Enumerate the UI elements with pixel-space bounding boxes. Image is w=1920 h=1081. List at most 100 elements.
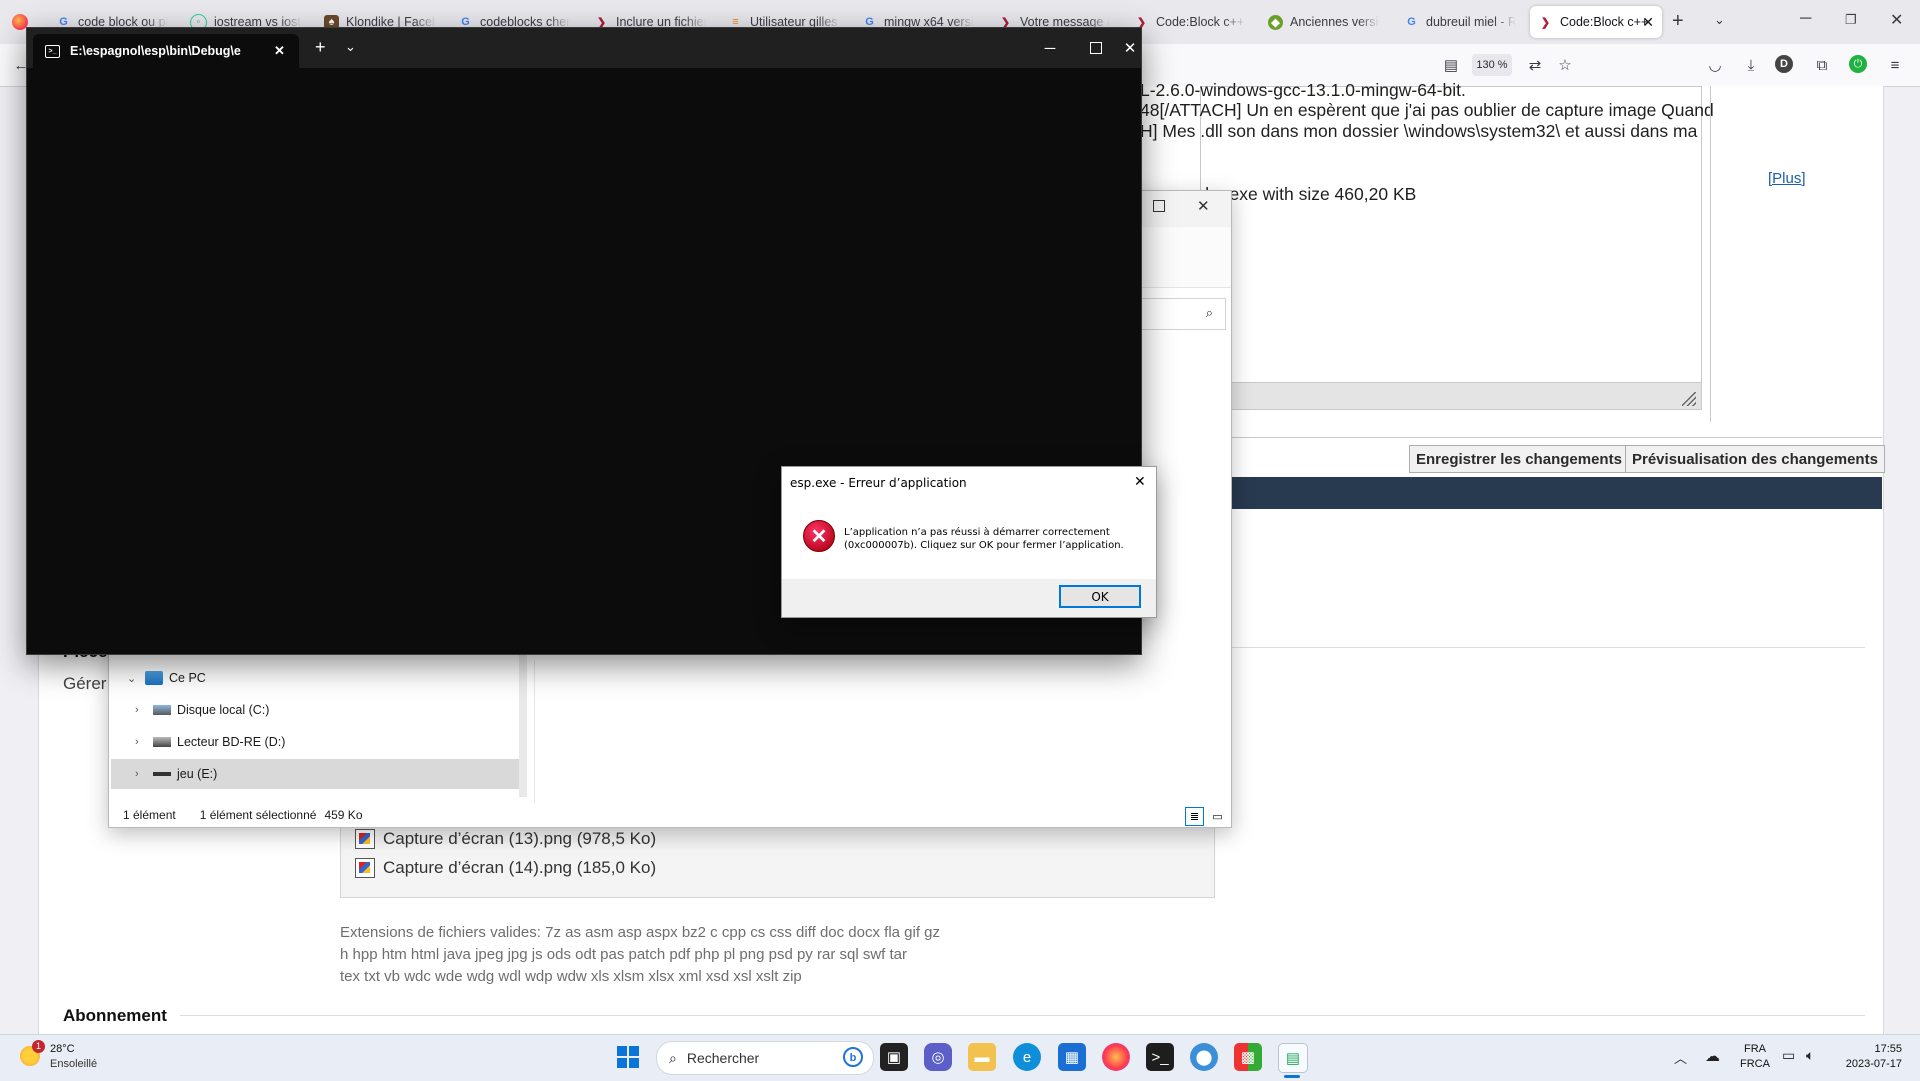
minimize-icon[interactable]: ─ [1800, 10, 1811, 28]
reader-view-icon[interactable]: ▤ [1440, 54, 1462, 76]
show-hidden-icons-icon[interactable]: ︿ [1674, 1048, 1687, 1067]
minimize-icon[interactable]: ─ [1027, 32, 1073, 64]
forum-icon: ❯ [1540, 16, 1551, 29]
terminal-icon[interactable]: >_ [1146, 1043, 1174, 1071]
restore-icon[interactable]: ❐ [1845, 12, 1857, 28]
attachment-item[interactable]: Capture d’écran (13).png (978,5 Ko) [355, 829, 656, 849]
maximize-icon[interactable] [1153, 200, 1165, 212]
navigation-pane-scrollbar[interactable] [519, 645, 527, 797]
editor-line: H] Mes .dll son dans mon dossier \window… [1140, 121, 1698, 141]
zoom-level-badge[interactable]: 130 % [1472, 54, 1512, 76]
close-window-icon[interactable]: ✕ [1890, 10, 1903, 30]
clock[interactable]: 17:55 2023-07-17 [1836, 1042, 1902, 1072]
search-icon: ⌕ [1205, 305, 1213, 320]
teams-chat-icon[interactable]: ◎ [924, 1043, 952, 1071]
valid-extensions-text: Extensions de fichiers valides: 7z as as… [340, 924, 941, 941]
error-icon: ✕ [803, 520, 835, 552]
onedrive-icon[interactable]: ☁ [1705, 1047, 1720, 1065]
attachment-item[interactable]: Capture d’écran (14).png (185,0 Ko) [355, 858, 656, 878]
close-icon[interactable]: ✕ [1197, 197, 1210, 215]
browser-tab[interactable]: ◆ Anciennes versio [1268, 6, 1380, 38]
terminal-tab[interactable]: >_ E:\espagnol\esp\bin\Debug\e ✕ [33, 34, 299, 68]
close-tab-icon[interactable]: ✕ [274, 43, 285, 59]
image-file-icon [355, 858, 375, 878]
firefox-icon[interactable] [1102, 1043, 1130, 1071]
explorer-status-bar: 1 élément 1 élément sélectionné 459 Ko [123, 808, 363, 822]
editor-line: 48[/ATTACH] Un en espèrent que j'ai pas … [1140, 100, 1714, 120]
search-icon: ⌕ [669, 1049, 677, 1066]
menu-hamburger-icon[interactable]: ≡ [1884, 54, 1906, 76]
task-view-icon[interactable]: ▣ [880, 1043, 908, 1071]
terminal-titlebar: >_ E:\espagnol\esp\bin\Debug\e ✕ + ⌄ ─ ✕ [27, 28, 1141, 68]
ok-button[interactable]: OK [1059, 585, 1141, 608]
close-tab-icon[interactable]: ✕ [1642, 14, 1654, 31]
more-smileys-link[interactable]: [Plus] [1768, 170, 1806, 187]
chevron-right-icon: › [135, 736, 139, 748]
start-menu-icon[interactable] [614, 1043, 642, 1071]
new-tab-icon[interactable]: + [1672, 10, 1684, 33]
maximize-icon[interactable] [1073, 32, 1119, 64]
weather-widget[interactable]: 1 28°C Ensoleillé [18, 1040, 118, 1076]
details-view-icon[interactable]: ≣ [1185, 807, 1204, 826]
nav-item-this-pc[interactable]: ⌄ Ce PC [127, 663, 206, 693]
bookmark-star-icon[interactable]: ☆ [1554, 54, 1576, 76]
browser-tab[interactable]: Gdubreuil miel - Re [1404, 6, 1516, 38]
optical-drive-icon [153, 737, 171, 747]
computer-icon [145, 671, 163, 685]
store-icon[interactable]: ▦ [1058, 1043, 1086, 1071]
active-app-icon[interactable]: ▤ [1278, 1043, 1308, 1073]
active-app-indicator [1284, 1075, 1300, 1078]
list-tabs-icon[interactable]: ⌄ [1714, 12, 1725, 28]
google-icon: G [1407, 16, 1416, 28]
edge-icon[interactable]: e [1013, 1043, 1041, 1071]
new-tab-icon[interactable]: + [315, 37, 326, 58]
translate-icon[interactable]: ⇄ [1524, 54, 1546, 76]
drive-icon [153, 772, 171, 776]
taskbar-search-input[interactable]: ⌕ Rechercher b [656, 1041, 874, 1075]
dialog-close-icon[interactable]: ✕ [1134, 473, 1146, 490]
close-icon[interactable]: ✕ [1119, 32, 1141, 64]
notification-badge: 1 [32, 1040, 45, 1053]
bing-icon: b [843, 1047, 863, 1067]
browser-tab[interactable]: ❯ Code:Block c++ [1134, 6, 1246, 38]
panel-divider [1710, 86, 1711, 422]
chevron-right-icon: › [135, 768, 139, 780]
tab-dropdown-icon[interactable]: ⌄ [345, 39, 356, 55]
chevron-down-icon: ⌄ [127, 672, 137, 685]
resize-handle-icon[interactable] [1682, 392, 1696, 406]
taskbar [0, 1034, 1920, 1081]
dialog-title: esp.exe - Erreur d’application [790, 476, 967, 490]
app-icon[interactable]: ⬤ [1190, 1043, 1218, 1071]
codeblocks-icon[interactable]: ▩ [1234, 1043, 1262, 1071]
extensions-icon[interactable]: ⧉ [1811, 54, 1833, 76]
save-changes-button[interactable]: Enregistrer les changements [1409, 445, 1629, 473]
image-file-icon [355, 829, 375, 849]
terminal-icon: >_ [45, 44, 60, 58]
pocket-icon[interactable]: ◡ [1704, 54, 1726, 76]
manage-attachments-text: Gérer [63, 674, 107, 693]
navigation-pane-divider [534, 661, 535, 803]
editor-status-bar [1200, 382, 1702, 410]
nav-item-drive-e[interactable]: › jeu (E:) [111, 759, 519, 789]
volume-icon[interactable]: 🔈︎ [1806, 1047, 1814, 1064]
network-icon[interactable]: ▭ [1782, 1047, 1795, 1064]
valid-extensions-text: tex txt vb wdc wde wdg wdl wdp wdw xls x… [340, 968, 802, 985]
divider [1232, 437, 1882, 438]
subscription-section-title: Abonnement [63, 1006, 167, 1025]
nav-item-drive-c[interactable]: › Disque local (C:) [135, 695, 269, 725]
divider [180, 1015, 1865, 1016]
profile-avatar[interactable]: D [1775, 55, 1793, 73]
language-indicator[interactable]: FRA FRCA [1740, 1042, 1770, 1072]
error-dialog: esp.exe - Erreur d’application ✕ ✕ L’app… [781, 466, 1157, 618]
valid-extensions-text: h hpp htm html java jpeg jpg js ods odt … [340, 946, 907, 963]
error-message: L’application n’a pas réussi à démarrer … [844, 527, 1124, 551]
chevron-right-icon: › [135, 704, 139, 716]
large-icons-view-icon[interactable]: ▭ [1208, 807, 1227, 826]
nav-item-drive-d[interactable]: › Lecteur BD-RE (D:) [135, 727, 285, 757]
preview-changes-button[interactable]: Prévisualisation des changements [1625, 445, 1885, 473]
drive-icon [153, 705, 171, 715]
file-explorer-icon[interactable]: ▬ [968, 1043, 996, 1071]
download-icon[interactable]: ⤓ [1740, 54, 1762, 76]
power-extension-icon[interactable]: ⏻ [1849, 55, 1867, 73]
browser-tab-active[interactable]: ❯ Code:Block c++ ✕ [1530, 6, 1662, 38]
